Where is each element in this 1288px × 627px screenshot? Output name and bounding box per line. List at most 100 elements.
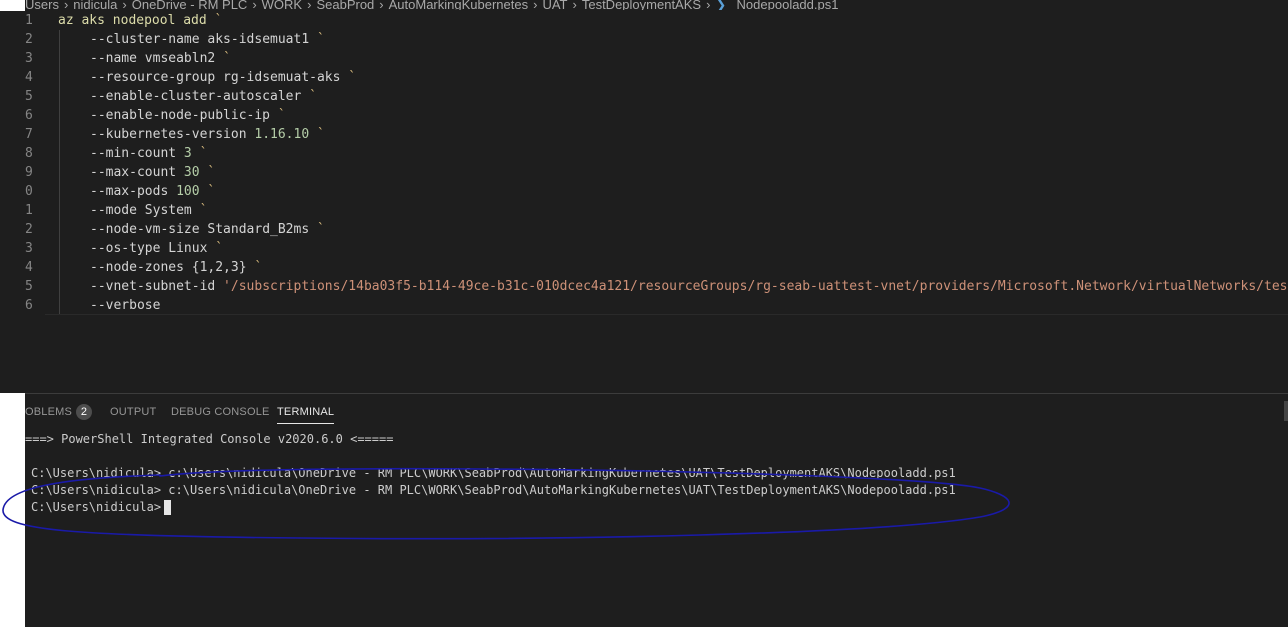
code-token-tick: `: [309, 127, 325, 142]
breadcrumb-segment[interactable]: SeabProd: [316, 0, 374, 10]
code-line[interactable]: --verbose: [90, 296, 160, 315]
line-number: 2: [25, 32, 33, 47]
line-number: 9: [25, 165, 33, 180]
code-token-tick: `: [309, 222, 325, 237]
line-number: 6: [25, 298, 33, 313]
code-token-param: --enable-cluster-autoscaler: [90, 89, 302, 104]
code-line[interactable]: --vnet-subnet-id '/subscriptions/14ba03f…: [90, 277, 1288, 296]
breadcrumb-separator-icon: ›: [379, 0, 384, 10]
code-token-arg: {1,2,3}: [183, 260, 247, 275]
breadcrumb: Users › nidicula › OneDrive - RM PLC › WORK › Se…: [25, 0, 1288, 10]
code-token-num: 100: [168, 184, 200, 199]
code-token-param: --enable-node-public-ip: [90, 108, 271, 123]
line-number: 3: [25, 241, 33, 256]
code-token-param: --os-type: [90, 241, 161, 256]
line-number: 2: [25, 222, 33, 237]
line-number: 1: [25, 13, 33, 28]
code-token-arg: Standard_B2ms: [199, 222, 310, 237]
terminal-prompt: C:\Users\nidicula>: [31, 500, 162, 514]
code-line[interactable]: az aks nodepool add `: [58, 11, 222, 30]
code-line[interactable]: --node-zones {1,2,3} `: [90, 258, 262, 277]
code-token-param: --node-zones: [90, 260, 184, 275]
line-number: 3: [25, 51, 33, 66]
tab-problems-label: OBLEMS: [25, 406, 73, 418]
code-line[interactable]: --resource-group rg-idsemuat-aks `: [90, 68, 356, 87]
code-line[interactable]: --enable-node-public-ip `: [90, 106, 286, 125]
line-number: 4: [25, 260, 33, 275]
code-token-param: --min-count: [90, 146, 177, 161]
panel-scroll-marker: [1284, 401, 1288, 421]
terminal-header: ===> PowerShell Integrated Console v2020…: [25, 432, 394, 446]
editor-end-line: [45, 314, 1288, 315]
line-number: 7: [25, 127, 33, 142]
breadcrumb-separator-icon: ›: [533, 0, 538, 10]
line-number: 1: [25, 203, 33, 218]
terminal-line: C:\Users\nidicula> c:\Users\nidicula\One…: [31, 483, 956, 497]
breadcrumb-segment[interactable]: TestDeploymentAKS: [582, 0, 701, 10]
line-number: 0: [25, 184, 33, 199]
breadcrumb-separator-icon: ›: [252, 0, 257, 10]
code-token-tick: `: [191, 203, 208, 218]
code-token-num: 30: [176, 165, 200, 180]
code-token-tick: `: [215, 51, 231, 66]
code-token-num: 3: [176, 146, 192, 161]
code-token-tick: `: [207, 241, 224, 256]
code-line[interactable]: --max-pods 100 `: [90, 182, 215, 201]
breadcrumb-segment[interactable]: OneDrive - RM PLC: [132, 0, 248, 10]
code-token-tick: `: [270, 108, 286, 123]
code-token-str: '/subscriptions/14ba03f5-b114-49ce-b31c-…: [215, 279, 1288, 294]
problems-count-badge: 2: [76, 404, 93, 420]
code-token-param: --name: [90, 51, 137, 66]
code-token-arg: vmseabln2: [136, 51, 216, 66]
line-number: 6: [25, 108, 33, 123]
code-line[interactable]: --mode System `: [90, 201, 207, 220]
code-token-tick: `: [301, 89, 317, 104]
code-token-param: --mode: [90, 203, 137, 218]
code-token-tick: `: [199, 184, 216, 199]
code-editor[interactable]: 1234567890123456 az aks nodepool add ` --…: [0, 11, 1288, 393]
breadcrumb-separator-icon: ›: [63, 0, 69, 10]
code-token-num: 1.16.10: [246, 127, 310, 142]
terminal-line: C:\Users\nidicula> c:\Users\nidicula\One…: [31, 466, 956, 480]
code-token-param: --max-count: [90, 165, 177, 180]
code-token-param: --vnet-subnet-id: [90, 279, 216, 294]
terminal-prompt-line[interactable]: C:\Users\nidicula>: [31, 499, 172, 516]
breadcrumb-separator-icon: ›: [122, 0, 127, 10]
breadcrumb-file[interactable]: Nodepooladd.ps1: [737, 0, 839, 10]
breadcrumb-segment[interactable]: nidicula: [73, 0, 117, 10]
tab-output[interactable]: OUTPUT: [110, 398, 156, 426]
tab-problems[interactable]: OBLEMS 2: [25, 398, 93, 426]
code-token-param: --max-pods: [90, 184, 169, 199]
code-token-tick: `: [199, 165, 216, 180]
panel-tab-bar: OBLEMS 2 OUTPUT DEBUG CONSOLE TERMINAL: [25, 398, 1288, 426]
code-token-param: --resource-group: [90, 70, 216, 85]
code-line[interactable]: --name vmseabln2 `: [90, 49, 231, 68]
code-line[interactable]: --kubernetes-version 1.16.10 `: [90, 125, 325, 144]
indent-guide: [59, 30, 60, 315]
line-number: 5: [25, 279, 33, 294]
line-number: 5: [25, 89, 33, 104]
breadcrumb-segment[interactable]: WORK: [262, 0, 302, 10]
breadcrumb-segment[interactable]: Users: [25, 0, 59, 10]
code-token-param: --cluster-name: [90, 32, 200, 47]
code-line[interactable]: --max-count 30 `: [90, 163, 215, 182]
terminal-cursor: [164, 500, 172, 515]
terminal-panel[interactable]: ===> PowerShell Integrated Console v2020…: [25, 430, 1288, 627]
code-line[interactable]: --enable-cluster-autoscaler `: [90, 87, 317, 106]
code-line[interactable]: --cluster-name aks-idsemuat1 `: [90, 30, 325, 49]
breadcrumb-separator-icon: ›: [307, 0, 312, 10]
code-token-tick: `: [206, 13, 223, 28]
code-token-tick: `: [191, 146, 208, 161]
code-line[interactable]: --os-type Linux `: [90, 239, 223, 258]
code-token-arg: aks-idsemuat1: [199, 32, 310, 47]
code-token-arg: rg-idsemuat-aks: [215, 70, 341, 85]
tab-debug-console[interactable]: DEBUG CONSOLE: [171, 398, 270, 426]
code-line[interactable]: --node-vm-size Standard_B2ms `: [90, 220, 325, 239]
breadcrumb-segment[interactable]: UAT: [542, 0, 567, 10]
code-token-param: --kubernetes-version: [90, 127, 247, 142]
breadcrumb-segment[interactable]: AutoMarkingKubernetes: [389, 0, 528, 10]
code-token-arg: System: [136, 203, 192, 218]
code-token-param: --node-vm-size: [90, 222, 200, 237]
tab-terminal[interactable]: TERMINAL: [277, 398, 335, 426]
code-line[interactable]: --min-count 3 `: [90, 144, 207, 163]
